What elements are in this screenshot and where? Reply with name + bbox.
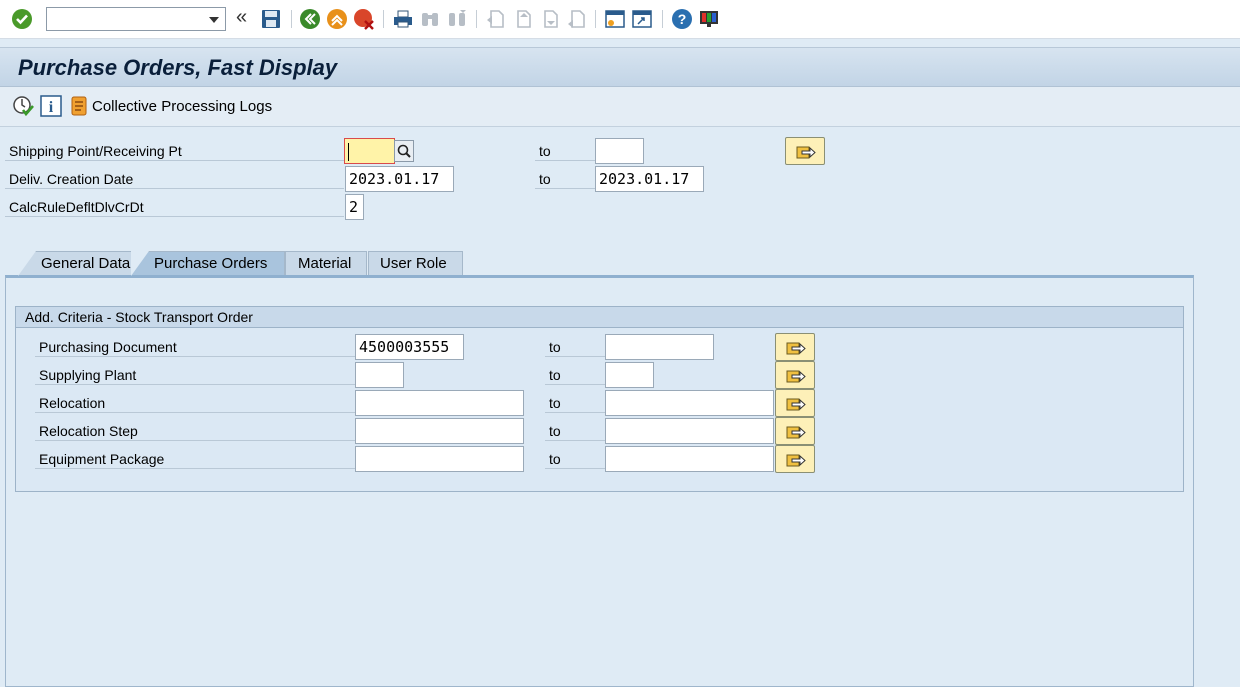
relocation-step-from-input[interactable] <box>355 418 524 444</box>
collective-processing-logs-button[interactable]: Collective Processing Logs <box>92 98 272 115</box>
tab-strip: General Data Purchase Orders Material Us… <box>18 251 1194 276</box>
supplying-plant-from-input[interactable] <box>355 362 404 388</box>
multiple-selection-button[interactable] <box>775 361 815 389</box>
relocation-to-input[interactable] <box>605 390 774 416</box>
to-label: to <box>545 422 605 441</box>
shipping-point-to-input[interactable] <box>595 138 644 164</box>
multiple-selection-icon <box>786 426 806 439</box>
multiple-selection-button[interactable] <box>775 389 815 417</box>
expand-icon[interactable]: « <box>236 6 247 28</box>
purchasing-document-from-input[interactable]: 4500003555 <box>355 334 464 360</box>
svg-text:?: ? <box>678 11 687 27</box>
system-toolbar: « ? <box>0 0 1240 39</box>
multiple-selection-button[interactable] <box>775 445 815 473</box>
tab-label: General Data <box>41 255 131 272</box>
purchasing-document-label: Purchasing Document <box>35 338 355 357</box>
logs-icon[interactable] <box>68 95 90 117</box>
toolbar-separator <box>595 10 596 28</box>
toolbar-separator <box>662 10 663 28</box>
multiple-selection-icon <box>786 370 806 383</box>
equipment-package-from-input[interactable] <box>355 446 524 472</box>
relocation-from-input[interactable] <box>355 390 524 416</box>
multiple-selection-button[interactable] <box>775 333 815 361</box>
equipment-package-to-input[interactable] <box>605 446 774 472</box>
help-icon[interactable]: ? <box>671 8 693 30</box>
create-session-icon[interactable] <box>604 8 626 30</box>
tab-edge <box>131 251 149 276</box>
cancel-icon[interactable] <box>353 8 375 30</box>
delivery-date-from-input[interactable]: 2023.01.17 <box>345 166 454 192</box>
toolbar-separator <box>291 10 292 28</box>
supplying-plant-label: Supplying Plant <box>35 366 355 385</box>
exit-icon[interactable] <box>326 8 348 30</box>
multiple-selection-button[interactable] <box>775 417 815 445</box>
multiple-selection-icon <box>786 454 806 467</box>
multiple-selection-button[interactable] <box>785 137 825 165</box>
customize-layout-icon[interactable] <box>698 8 720 30</box>
equipment-package-label: Equipment Package <box>35 450 355 469</box>
chevron-down-icon[interactable] <box>209 17 219 23</box>
to-label: to <box>545 450 605 469</box>
next-page-icon <box>544 10 558 28</box>
last-page-icon <box>568 10 585 28</box>
first-page-icon <box>487 10 504 28</box>
supplying-plant-to-input[interactable] <box>605 362 654 388</box>
application-toolbar: i Collective Processing Logs <box>0 87 1240 127</box>
find-icon <box>422 13 438 26</box>
print-icon[interactable] <box>392 8 414 30</box>
relocation-label: Relocation <box>35 394 355 413</box>
execute-icon[interactable] <box>12 95 34 117</box>
to-label: to <box>545 366 605 385</box>
shipping-point-label: Shipping Point/Receiving Pt <box>5 142 344 161</box>
calc-rule-label: CalcRuleDefltDlvCrDt <box>5 198 344 217</box>
shipping-point-from-input[interactable] <box>344 138 395 164</box>
shortcut-icon[interactable] <box>631 8 653 30</box>
page-title: Purchase Orders, Fast Display <box>18 55 338 80</box>
tab-purchase-orders[interactable]: Purchase Orders <box>131 251 285 276</box>
to-label: to <box>535 170 595 189</box>
tab-label: User Role <box>380 255 447 272</box>
group-title: Add. Criteria - Stock Transport Order <box>16 307 1183 328</box>
search-icon <box>397 144 411 158</box>
title-bar: Purchase Orders, Fast Display <box>0 47 1240 87</box>
to-label: to <box>545 394 605 413</box>
purchasing-document-to-input[interactable] <box>605 334 714 360</box>
svg-text:i: i <box>49 99 54 116</box>
multiple-selection-icon <box>786 342 806 355</box>
back-icon[interactable] <box>299 8 321 30</box>
tab-label: Material <box>298 255 352 272</box>
to-label: to <box>545 338 605 357</box>
tab-material[interactable]: Material <box>285 251 367 275</box>
toolbar-separator <box>476 10 477 28</box>
info-icon[interactable]: i <box>40 95 62 117</box>
tab-edge <box>18 251 36 276</box>
relocation-step-to-input[interactable] <box>605 418 774 444</box>
relocation-step-label: Relocation Step <box>35 422 355 441</box>
command-field[interactable] <box>46 7 226 31</box>
toolbar-separator <box>383 10 384 28</box>
delivery-date-to-input[interactable]: 2023.01.17 <box>595 166 704 192</box>
tab-user-role[interactable]: User Role <box>368 251 463 275</box>
enter-icon[interactable] <box>11 8 33 30</box>
value-help-button[interactable] <box>394 140 414 162</box>
tab-general-data[interactable]: General Data <box>18 251 144 276</box>
calc-rule-input[interactable]: 2 <box>345 194 364 220</box>
text-cursor <box>348 142 349 161</box>
save-icon[interactable] <box>260 8 282 30</box>
multiple-selection-icon <box>796 146 816 159</box>
tab-label: Purchase Orders <box>154 255 268 272</box>
to-label: to <box>535 142 595 161</box>
delivery-creation-date-label: Deliv. Creation Date <box>5 170 344 189</box>
multiple-selection-icon <box>786 398 806 411</box>
find-next-icon <box>449 10 466 26</box>
previous-page-icon <box>517 10 531 28</box>
